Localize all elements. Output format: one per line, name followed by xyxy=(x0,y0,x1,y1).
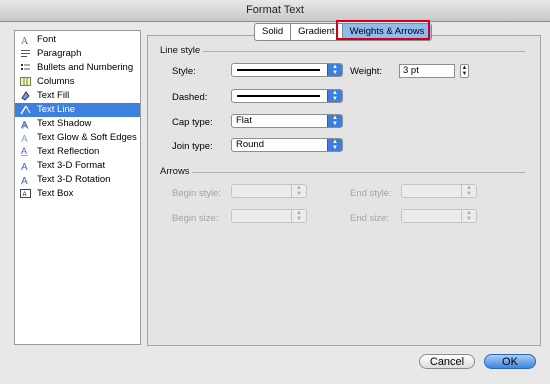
tab-gradient[interactable]: Gradient xyxy=(291,24,343,40)
end-size-select[interactable]: ▲ ▼ xyxy=(401,209,477,223)
text-reflection-icon: A xyxy=(21,146,28,156)
join-type-label: Join type: xyxy=(172,141,213,152)
sidebar-item-text-reflection[interactable]: A Text Reflection xyxy=(15,145,140,159)
weight-label: Weight: xyxy=(350,66,383,77)
columns-icon xyxy=(20,77,31,86)
svg-text:A: A xyxy=(21,176,28,185)
dash-preview xyxy=(237,95,320,97)
sidebar-item-label: Text Reflection xyxy=(37,146,100,157)
sidebar-item-text-3d-format[interactable]: A Text 3-D Format xyxy=(15,159,140,173)
sidebar-item-text-3d-rotation[interactable]: A Text 3-D Rotation xyxy=(15,173,140,187)
sidebar-item-paragraph[interactable]: Paragraph xyxy=(15,47,140,61)
dashed-label: Dashed: xyxy=(172,92,208,103)
chevron-up-down-icon: ▲ ▼ xyxy=(291,185,306,197)
text-fill-icon xyxy=(21,91,30,101)
sidebar-item-text-line[interactable]: Text Line xyxy=(15,103,140,117)
sidebar-item-text-glow[interactable]: A Text Glow & Soft Edges xyxy=(15,131,140,145)
end-style-label: End style: xyxy=(350,188,392,199)
chevron-up-down-icon: ▲ ▼ xyxy=(327,139,342,151)
join-type-select[interactable]: Round ▲ ▼ xyxy=(231,138,343,152)
sidebar-item-label: Paragraph xyxy=(37,48,82,59)
text-line-icon xyxy=(20,105,31,115)
begin-size-select[interactable]: ▲ ▼ xyxy=(231,209,307,223)
sidebar-item-label: Font xyxy=(37,34,57,45)
text-3d-rotation-icon: A xyxy=(21,176,28,185)
sidebar-item-label: Text Line xyxy=(37,104,76,115)
begin-size-label: Begin size: xyxy=(172,213,219,224)
cap-type-value: Flat xyxy=(236,115,252,126)
begin-style-label: Begin style: xyxy=(172,188,222,199)
sidebar-item-font[interactable]: A Font xyxy=(15,33,140,47)
svg-text:A: A xyxy=(23,192,27,198)
join-type-value: Round xyxy=(236,139,264,150)
text-shadow-icon: AA xyxy=(21,120,29,129)
end-size-label: End size: xyxy=(350,213,390,224)
line-style-title: Line style xyxy=(160,45,201,56)
chevron-up-down-icon: ▲ ▼ xyxy=(461,185,476,197)
svg-text:A: A xyxy=(21,162,28,171)
tab-solid[interactable]: Solid xyxy=(255,24,292,40)
window-title: Format Text xyxy=(0,0,550,22)
chevron-up-down-icon: ▲ ▼ xyxy=(327,64,342,76)
tab-highlight-box xyxy=(336,20,430,40)
line-style-separator xyxy=(203,51,525,52)
svg-text:A: A xyxy=(21,146,27,156)
style-label: Style: xyxy=(172,66,196,77)
svg-text:A: A xyxy=(21,134,28,143)
bullets-icon xyxy=(21,64,30,70)
sidebar-item-label: Columns xyxy=(37,76,75,87)
text-box-icon: A xyxy=(20,189,31,198)
sidebar-item-label: Text Box xyxy=(37,188,74,199)
sidebar-item-text-box[interactable]: A Text Box xyxy=(15,187,140,201)
sidebar-item-columns[interactable]: Columns xyxy=(15,75,140,89)
text-3d-format-icon: A xyxy=(21,162,28,171)
svg-text:A: A xyxy=(21,120,28,129)
sidebar: A Font Paragraph Bullets and Numbering C… xyxy=(14,30,141,345)
sidebar-item-label: Bullets and Numbering xyxy=(37,62,134,73)
chevron-up-down-icon: ▲ ▼ xyxy=(327,90,342,102)
sidebar-item-text-fill[interactable]: Text Fill xyxy=(15,89,140,103)
font-icon: A xyxy=(21,36,29,45)
ok-button[interactable]: OK xyxy=(484,354,536,369)
cancel-button[interactable]: Cancel xyxy=(419,354,475,369)
sidebar-item-label: Text 3-D Rotation xyxy=(37,174,111,185)
svg-text:A: A xyxy=(21,36,29,45)
chevron-up-down-icon: ▲ ▼ xyxy=(291,210,306,222)
sidebar-item-label: Text Fill xyxy=(37,90,70,101)
chevron-up-down-icon: ▲ ▼ xyxy=(327,115,342,127)
arrows-title: Arrows xyxy=(160,166,190,177)
sidebar-item-text-shadow[interactable]: AA Text Shadow xyxy=(15,117,140,131)
sidebar-item-label: Text Glow & Soft Edges xyxy=(37,132,137,143)
sidebar-item-label: Text Shadow xyxy=(37,118,92,129)
end-style-select[interactable]: ▲ ▼ xyxy=(401,184,477,198)
cap-type-select[interactable]: Flat ▲ ▼ xyxy=(231,114,343,128)
line-style-preview xyxy=(237,69,320,71)
weight-input[interactable]: 3 pt xyxy=(399,64,455,78)
weight-stepper[interactable]: ▲ ▼ xyxy=(460,64,469,78)
arrows-separator xyxy=(192,172,525,173)
style-select[interactable]: ▲ ▼ xyxy=(231,63,343,77)
sidebar-item-label: Text 3-D Format xyxy=(37,160,106,171)
chevron-up-down-icon: ▲ ▼ xyxy=(461,210,476,222)
dashed-select[interactable]: ▲ ▼ xyxy=(231,89,343,103)
cap-type-label: Cap type: xyxy=(172,117,213,128)
text-glow-icon: A xyxy=(21,134,28,143)
paragraph-icon xyxy=(21,50,30,57)
begin-style-select[interactable]: ▲ ▼ xyxy=(231,184,307,198)
sidebar-item-bullets-and-numbering[interactable]: Bullets and Numbering xyxy=(15,61,140,75)
